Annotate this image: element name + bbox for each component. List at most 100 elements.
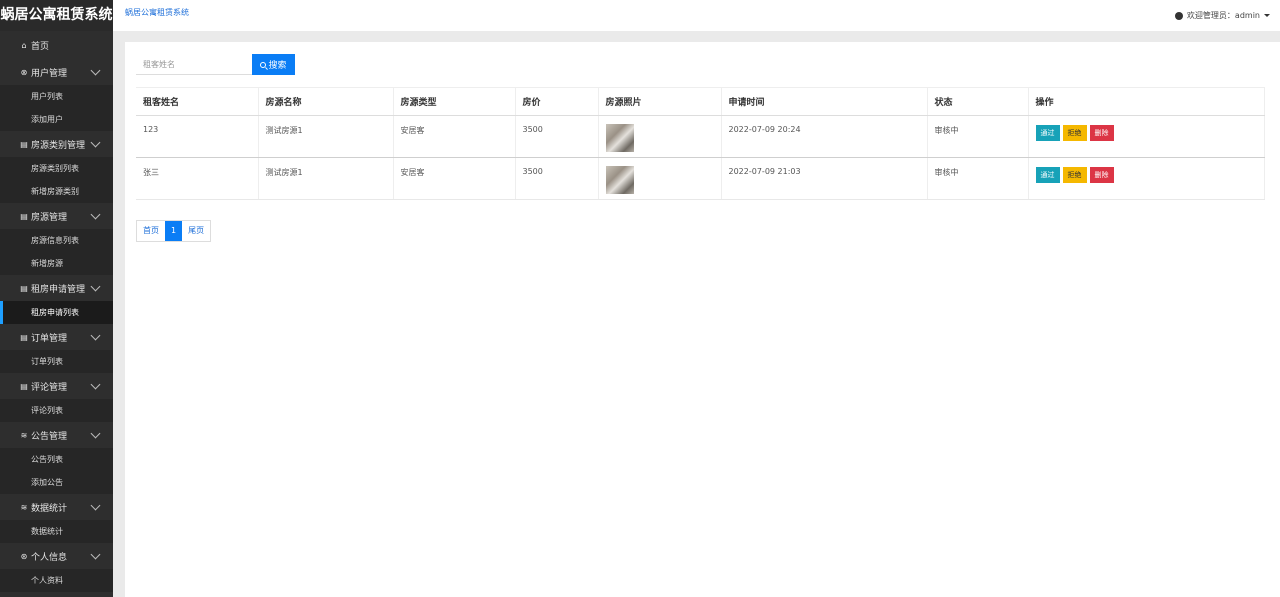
sidebar-item[interactable]: 数据统计 bbox=[0, 520, 113, 543]
doc-icon: ▤ bbox=[20, 332, 28, 342]
chevron-down-icon bbox=[90, 330, 101, 340]
cell-type: 安居客 bbox=[392, 115, 515, 158]
chevron-down-icon bbox=[90, 209, 101, 219]
top-bar: 蜗居公寓租赁系统 欢迎管理员：admin bbox=[113, 0, 1280, 31]
sidebar-group-7[interactable]: ≋ 数据统计 bbox=[0, 494, 113, 520]
sidebar-item[interactable]: 房源信息列表 bbox=[0, 229, 113, 252]
sidebar-group-0[interactable]: ⊗ 用户管理 bbox=[0, 59, 113, 85]
chevron-down-icon bbox=[90, 428, 101, 438]
sidebar-group-label: 用户管理 bbox=[31, 68, 68, 79]
sidebar-item[interactable]: 租房申请列表 bbox=[0, 301, 113, 324]
approve-button[interactable]: 通过 bbox=[1035, 125, 1060, 141]
cell-type: 安居客 bbox=[392, 157, 515, 200]
reject-button[interactable]: 拒绝 bbox=[1062, 125, 1087, 141]
current-page[interactable]: 1 bbox=[165, 221, 183, 241]
sidebar-item[interactable]: 添加公告 bbox=[0, 471, 113, 494]
sidebar-item[interactable]: 新增房源 bbox=[0, 252, 113, 275]
header-photo: 房源照片 bbox=[597, 87, 721, 116]
sidebar-item[interactable]: 房源类别列表 bbox=[0, 157, 113, 180]
search-button-label: 搜索 bbox=[268, 61, 287, 71]
first-page-link[interactable]: 首页 bbox=[137, 221, 165, 241]
home-icon: ⌂ bbox=[21, 40, 27, 50]
header-status: 状态 bbox=[926, 87, 1028, 116]
search-button[interactable]: 搜索 bbox=[252, 54, 295, 75]
delete-button[interactable]: 删除 bbox=[1089, 125, 1114, 141]
cell-status: 审核中 bbox=[926, 157, 1028, 200]
users-icon: ⊗ bbox=[20, 67, 28, 77]
sidebar-group-label: 评论管理 bbox=[31, 382, 68, 393]
delete-button[interactable]: 删除 bbox=[1089, 167, 1114, 183]
cell-actions: 通过 拒绝 删除 bbox=[1027, 157, 1265, 200]
sidebar-menu: ⌂ 首页 ⊗ 用户管理 用户列表 添加用户 ▤ 房源类别管理 房源类别列表 新增房源类别 ▤ 房源… bbox=[0, 31, 113, 592]
sidebar-group-label: 租房申请管理 bbox=[31, 284, 86, 295]
sidebar-item-label: 首页 bbox=[31, 41, 50, 52]
cell-status: 审核中 bbox=[926, 115, 1028, 158]
sidebar-group-8[interactable]: ⊛ 个人信息 bbox=[0, 543, 113, 569]
main-panel: 搜索 租客姓名 房源名称 房源类型 房价 房源照片 申请时间 状态 操作 bbox=[125, 42, 1280, 597]
sidebar-item[interactable]: 订单列表 bbox=[0, 350, 113, 373]
sidebar-group-4[interactable]: ▤ 订单管理 bbox=[0, 324, 113, 350]
doc-icon: ▤ bbox=[20, 139, 28, 149]
header-type: 房源类型 bbox=[392, 87, 515, 116]
table-row: 张三 测试房源1 安居客 3500 2022-07-09 21:03 审核中 通… bbox=[136, 157, 1265, 200]
user-icon: ⊛ bbox=[20, 551, 28, 561]
sidebar-item[interactable]: 新增房源类别 bbox=[0, 180, 113, 203]
sidebar-group-label: 订单管理 bbox=[31, 333, 68, 344]
content-area: 搜索 租客姓名 房源名称 房源类型 房价 房源照片 申请时间 状态 操作 bbox=[113, 31, 1280, 597]
sidebar: 蜗居公寓租赁系统 ⌂ 首页 ⊗ 用户管理 用户列表 添加用户 ▤ 房源类别管理 房源类别列表… bbox=[0, 0, 113, 597]
cell-tenant: 123 bbox=[136, 115, 258, 158]
brand-title: 蜗居公寓租赁系统 bbox=[0, 0, 113, 31]
welcome-text: 欢迎管理员：admin bbox=[1186, 11, 1260, 20]
sidebar-group-5[interactable]: ▤ 评论管理 bbox=[0, 373, 113, 399]
house-photo-thumbnail[interactable] bbox=[605, 124, 634, 152]
sidebar-group-6[interactable]: ≋ 公告管理 bbox=[0, 422, 113, 448]
house-photo-thumbnail[interactable] bbox=[605, 166, 634, 194]
doc-icon: ▤ bbox=[20, 283, 28, 293]
header-tenant: 租客姓名 bbox=[136, 87, 258, 116]
search-icon bbox=[260, 61, 267, 68]
cell-tenant: 张三 bbox=[136, 157, 258, 200]
breadcrumb[interactable]: 蜗居公寓租赁系统 bbox=[125, 7, 189, 18]
sidebar-item[interactable]: 添加用户 bbox=[0, 108, 113, 131]
chevron-down-icon bbox=[90, 137, 101, 147]
cell-house: 测试房源1 bbox=[257, 115, 393, 158]
layers-icon: ≋ bbox=[20, 430, 28, 440]
chevron-down-icon bbox=[90, 549, 101, 559]
chevron-down-icon bbox=[90, 65, 101, 75]
sidebar-group-3[interactable]: ▤ 租房申请管理 bbox=[0, 275, 113, 301]
last-page-link[interactable]: 尾页 bbox=[182, 221, 210, 241]
header-actions: 操作 bbox=[1027, 87, 1265, 116]
cell-photo bbox=[597, 157, 721, 200]
sidebar-group-label: 个人信息 bbox=[31, 552, 68, 563]
approve-button[interactable]: 通过 bbox=[1035, 167, 1060, 183]
user-avatar-icon bbox=[1174, 11, 1183, 20]
row-actions: 通过 拒绝 删除 bbox=[1035, 125, 1264, 141]
user-menu[interactable]: 欢迎管理员：admin bbox=[1174, 10, 1270, 21]
cell-time: 2022-07-09 20:24 bbox=[720, 115, 927, 158]
chevron-down-icon bbox=[90, 500, 101, 510]
sidebar-group-1[interactable]: ▤ 房源类别管理 bbox=[0, 131, 113, 157]
sidebar-item-home[interactable]: ⌂ 首页 bbox=[0, 31, 113, 59]
sidebar-group-label: 数据统计 bbox=[31, 503, 68, 514]
sidebar-item[interactable]: 评论列表 bbox=[0, 399, 113, 422]
reject-button[interactable]: 拒绝 bbox=[1062, 167, 1087, 183]
sidebar-group-2[interactable]: ▤ 房源管理 bbox=[0, 203, 113, 229]
cell-house: 测试房源1 bbox=[257, 157, 393, 200]
row-actions: 通过 拒绝 删除 bbox=[1035, 167, 1264, 183]
header-house: 房源名称 bbox=[257, 87, 393, 116]
sidebar-item[interactable]: 个人资料 bbox=[0, 569, 113, 592]
table-row: 123 测试房源1 安居客 3500 2022-07-09 20:24 审核中 … bbox=[136, 115, 1265, 158]
doc-icon: ▤ bbox=[20, 381, 28, 391]
header-price: 房价 bbox=[514, 87, 598, 116]
search-bar: 搜索 bbox=[136, 54, 295, 75]
cell-actions: 通过 拒绝 删除 bbox=[1027, 115, 1265, 158]
sidebar-item[interactable]: 公告列表 bbox=[0, 448, 113, 471]
pagination: 首页 1 尾页 bbox=[136, 220, 212, 242]
sidebar-item[interactable]: 用户列表 bbox=[0, 85, 113, 108]
sidebar-group-label: 公告管理 bbox=[31, 431, 68, 442]
table-header-row: 租客姓名 房源名称 房源类型 房价 房源照片 申请时间 状态 操作 bbox=[136, 87, 1265, 116]
tenant-name-search-input[interactable] bbox=[136, 54, 252, 75]
sidebar-group-label: 房源类别管理 bbox=[31, 140, 86, 151]
caret-down-icon bbox=[1264, 14, 1270, 17]
cell-photo bbox=[597, 115, 721, 158]
